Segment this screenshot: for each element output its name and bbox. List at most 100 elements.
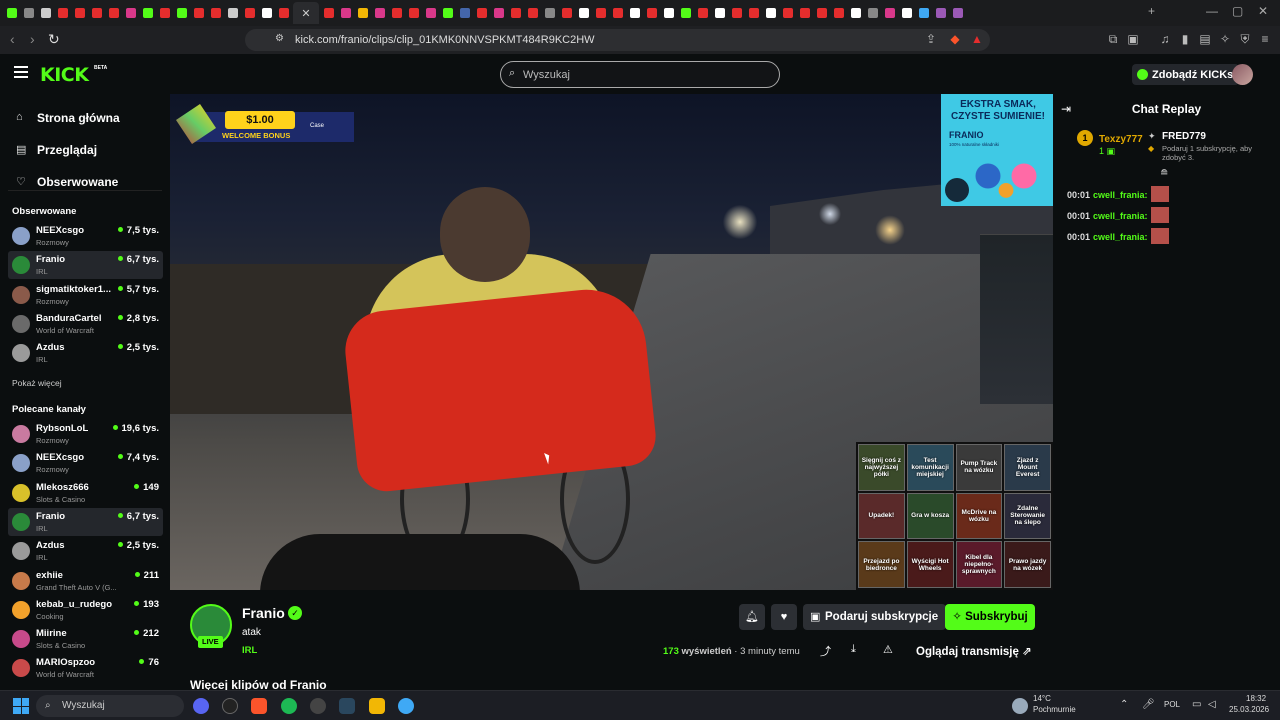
browser-tab[interactable] [695, 3, 710, 23]
browser-tab[interactable] [242, 3, 257, 23]
browser-tab[interactable] [916, 3, 931, 23]
browser-tab[interactable] [338, 3, 353, 23]
windows-start-icon[interactable] [13, 698, 29, 714]
browser-tab[interactable] [593, 3, 608, 23]
sidebar-channel[interactable]: RybsonLoL Rozmowy 19,6 tys. [8, 420, 163, 448]
browser-tab[interactable] [174, 3, 189, 23]
browser-tab[interactable] [865, 3, 880, 23]
brave-icon[interactable] [251, 698, 267, 714]
browser-tab[interactable] [389, 3, 404, 23]
browser-tab[interactable] [55, 3, 70, 23]
tray-expand-icon[interactable]: ⌃ [1120, 699, 1128, 710]
language-indicator[interactable]: POL [1164, 700, 1180, 709]
browser-tab[interactable] [542, 3, 557, 23]
browser-tab[interactable] [882, 3, 897, 23]
browser-tab[interactable]: ✕ [293, 2, 319, 24]
sidebar-channel[interactable]: Azdus IRL 2,5 tys. [8, 537, 163, 565]
browser-tab[interactable] [559, 3, 574, 23]
browser-tab[interactable] [678, 3, 693, 23]
sidebar-channel[interactable]: Miirine Slots & Casino 212 [8, 625, 163, 653]
browser-tab[interactable] [123, 3, 138, 23]
address-bar[interactable]: ⚙ kick.com/franio/clips/clip_01KMK0NNVSP… [245, 29, 990, 51]
browser-tab[interactable] [814, 3, 829, 23]
browser-tab[interactable] [259, 3, 274, 23]
sidebar-channel[interactable]: Azdus IRL 2,5 tys. [8, 339, 163, 367]
sidebar-channel[interactable]: NEEXcsgo Rozmowy 7,5 tys. [8, 222, 163, 250]
gift-subscriptions-button[interactable]: ▣ Podaruj subskrypcje [803, 604, 947, 630]
browser-tab[interactable] [763, 3, 778, 23]
kick-logo[interactable]: KICK [40, 64, 89, 86]
media-icon[interactable]: ♫ [1158, 32, 1172, 46]
browser-tab[interactable] [321, 3, 336, 23]
browser-tab[interactable] [712, 3, 727, 23]
site-info-icon[interactable]: ⚙ [275, 33, 284, 44]
clock-date[interactable]: 25.03.2026 [1229, 705, 1269, 714]
casino-ad-banner[interactable]: $1.00 WELCOME BONUS Case [170, 98, 355, 144]
sidebar-channel[interactable]: Franio IRL 6,7 tys. [8, 251, 163, 280]
browser-tab[interactable] [140, 3, 155, 23]
browser-tab[interactable] [780, 3, 795, 23]
browser-tab[interactable] [831, 3, 846, 23]
volume-icon[interactable]: ◁ [1208, 699, 1216, 710]
brave-shield-icon[interactable]: ◆ [948, 32, 962, 46]
microphone-icon[interactable]: 🎤︎ [1142, 699, 1155, 710]
browser-tab[interactable] [89, 3, 104, 23]
browser-tab[interactable] [729, 3, 744, 23]
extensions-icon[interactable]: ⧉ [1106, 32, 1120, 46]
nav-home[interactable]: ⌂ Strona główna [0, 102, 170, 134]
sidebar-channel[interactable]: sigmatiktoker1... Rozmowy 5,7 tys. [8, 281, 163, 309]
browser-tab[interactable] [933, 3, 948, 23]
sidebar-channel[interactable]: MARIOspzoo World of Warcraft 76 [8, 654, 163, 682]
globe-icon[interactable] [398, 698, 414, 714]
browser-tab[interactable] [746, 3, 761, 23]
vpn-icon[interactable]: ⛨ [1238, 32, 1252, 46]
browser-tab[interactable] [797, 3, 812, 23]
browser-tab[interactable] [106, 3, 121, 23]
browser-tab[interactable] [457, 3, 472, 23]
top-gifter-1[interactable]: 1 Texzy777 1 ▣ [1077, 130, 1143, 156]
maximize-button[interactable]: ▢ [1232, 4, 1243, 18]
browser-tab[interactable] [38, 3, 53, 23]
share-icon[interactable]: ⇪ [924, 32, 938, 46]
browser-tab[interactable] [440, 3, 455, 23]
sidebar-icon[interactable]: ▮ [1178, 32, 1192, 46]
browser-tab[interactable] [276, 3, 291, 23]
browser-tab[interactable] [644, 3, 659, 23]
spotify-icon[interactable] [281, 698, 297, 714]
nav-following[interactable]: ♡ Obserwowane [0, 166, 170, 198]
video-player[interactable]: $1.00 WELCOME BONUS Case EKSTRA SMAK, CZ… [170, 94, 1053, 590]
download-icon[interactable]: ⤓ [851, 643, 856, 656]
app-icon[interactable] [369, 698, 385, 714]
obs-icon[interactable] [310, 698, 326, 714]
wallet-icon[interactable]: ▤ [1198, 32, 1212, 46]
browser-tab[interactable] [4, 3, 19, 23]
nav-browse[interactable]: ▤ Przeglądaj [0, 134, 170, 166]
menu-icon[interactable]: ≡ [1258, 32, 1272, 46]
browser-tab[interactable] [225, 3, 240, 23]
notification-bell-button[interactable]: 🔔︎ [739, 604, 765, 630]
browser-tab[interactable] [491, 3, 506, 23]
rewards-icon[interactable]: ▲ [970, 32, 984, 46]
screenshot-icon[interactable]: ▣ [1126, 32, 1140, 46]
product-ad[interactable]: EKSTRA SMAK, CZYSTE SUMIENIE! FRANIO 100… [941, 94, 1053, 206]
forward-icon[interactable]: › [30, 31, 35, 47]
browser-tab[interactable] [627, 3, 642, 23]
minimize-button[interactable]: — [1206, 4, 1218, 18]
reload-icon[interactable]: ↻ [48, 31, 60, 48]
channel-name[interactable]: Franio [242, 605, 285, 621]
app-icon[interactable] [222, 698, 238, 714]
browser-tab[interactable] [848, 3, 863, 23]
browser-tab[interactable] [423, 3, 438, 23]
sidebar-channel[interactable]: NEEXcsgo Rozmowy 7,4 tys. [8, 449, 163, 477]
browser-tab[interactable] [372, 3, 387, 23]
back-icon[interactable]: ‹ [10, 31, 15, 47]
hamburger-menu-icon[interactable] [14, 66, 28, 81]
sidebar-channel[interactable]: Mlekosz666 Slots & Casino 149 [8, 479, 163, 507]
browser-tab[interactable] [610, 3, 625, 23]
category-link[interactable]: IRL [242, 645, 257, 656]
subscribe-button[interactable]: ✧ Subskrybuj [945, 604, 1035, 630]
report-icon[interactable]: ⚠ [883, 643, 893, 656]
sidebar-channel[interactable]: kebab_u_rudego Cooking 193 [8, 596, 163, 624]
watch-stream-button[interactable]: Oglądaj transmisję ⇗ [916, 644, 1032, 658]
chat-username[interactable]: cwell_frania: [1093, 190, 1148, 200]
